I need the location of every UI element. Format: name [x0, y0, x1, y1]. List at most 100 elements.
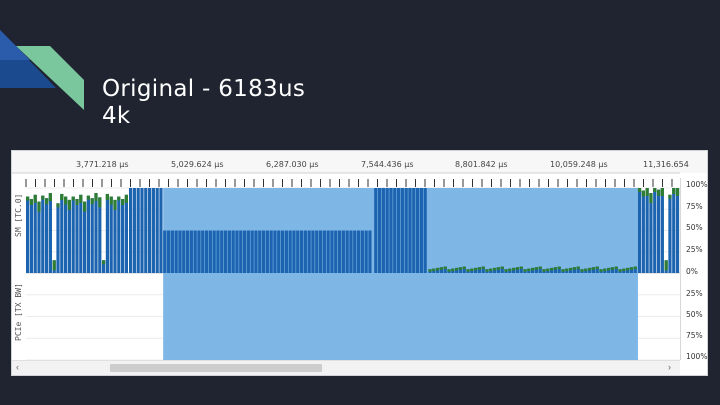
time-tick: 3,771.218 µs	[76, 160, 129, 169]
cpu-bar-highlight	[629, 267, 634, 270]
cpu-bar-highlight	[481, 266, 485, 270]
cpu-bar-highlight	[653, 188, 657, 192]
cpu-bar	[29, 199, 33, 273]
cpu-bar	[277, 230, 281, 273]
pct-tick: 0%	[686, 267, 698, 276]
cpu-bar	[79, 194, 83, 273]
cpu-bar-highlight	[527, 268, 531, 272]
cpu-bar-highlight	[428, 269, 432, 272]
cpu-bar	[250, 230, 254, 273]
cpu-bar	[381, 188, 385, 273]
cpu-bar-highlight	[515, 267, 520, 270]
cpu-bar	[408, 188, 412, 273]
cpu-bar-highlight	[86, 195, 90, 200]
slide-title-line1: Original - 6183us	[102, 76, 306, 102]
cpu-bar-highlight	[105, 193, 109, 200]
chevron-left-icon[interactable]: ‹	[16, 362, 19, 372]
cpu-bar-highlight	[626, 267, 630, 271]
cpu-bar	[86, 195, 90, 273]
chevron-right-icon[interactable]: ›	[668, 362, 671, 372]
cpu-bar	[261, 230, 266, 273]
cpu-bar-highlight	[557, 266, 561, 270]
cpu-bar	[60, 193, 64, 273]
cpu-bar	[163, 230, 167, 273]
cpu-bar	[170, 230, 174, 273]
cpu-bar	[71, 196, 75, 273]
cpu-bar	[239, 230, 243, 273]
cpu-bar	[216, 230, 220, 273]
cpu-bar	[322, 230, 326, 273]
cpu-bar-highlight	[83, 201, 87, 212]
cpu-bar	[45, 198, 49, 273]
cpu-bar	[326, 230, 330, 273]
time-tick: 10,059.248 µs	[550, 160, 608, 169]
cpu-bar-highlight	[443, 266, 447, 270]
cpu-bar-highlight	[485, 269, 489, 272]
cpu-bar	[98, 197, 102, 273]
cpu-bar	[637, 188, 642, 273]
cpu-bar	[204, 230, 209, 273]
cpu-bar	[656, 189, 661, 273]
cpu-bar	[41, 195, 45, 273]
cpu-bar-highlight	[664, 260, 668, 271]
cpu-bar-highlight	[500, 266, 504, 270]
cpu-bar	[364, 230, 368, 273]
cpu-bar-highlight	[455, 267, 459, 271]
cpu-bar-highlight	[41, 195, 45, 200]
scrollbar-thumb[interactable]	[110, 364, 322, 372]
cpu-bar	[113, 199, 117, 273]
cpu-bar-highlight	[71, 196, 75, 201]
cpu-bar	[368, 230, 372, 273]
timeline-chart[interactable]	[12, 151, 707, 361]
cpu-bar-highlight	[622, 268, 626, 272]
cpu-bar-highlight	[595, 266, 599, 270]
cpu-bar	[83, 201, 87, 273]
cpu-bar-highlight	[474, 267, 478, 271]
cpu-bar-highlight	[447, 269, 451, 272]
horizontal-scrollbar[interactable]: ‹ ›	[12, 360, 680, 375]
cpu-bar-highlight	[534, 267, 539, 270]
pct-tick: 50%	[686, 310, 703, 319]
cpu-bar-highlight	[660, 188, 664, 196]
cpu-bar-highlight	[45, 198, 49, 205]
time-tick: 6,287.030 µs	[266, 160, 319, 169]
cpu-bar	[26, 196, 30, 273]
cpu-bar-highlight	[637, 188, 642, 192]
cpu-bar-highlight	[466, 269, 470, 272]
cpu-bar	[189, 230, 193, 273]
corner-decoration	[0, 30, 84, 110]
cpu-bar	[404, 188, 408, 273]
cpu-bar-highlight	[489, 268, 493, 272]
cpu-bar-highlight	[79, 194, 83, 203]
cpu-bar-highlight	[656, 189, 661, 196]
cpu-bar	[400, 188, 404, 273]
cpu-bar	[299, 230, 304, 273]
pct-tick: 75%	[686, 202, 703, 211]
cpu-bar-highlight	[607, 267, 611, 271]
cpu-bar-highlight	[588, 267, 592, 271]
cpu-bar	[151, 188, 155, 273]
cpu-bar	[140, 188, 144, 273]
cpu-bar-highlight	[614, 266, 618, 270]
cpu-bar-highlight	[48, 193, 52, 202]
cpu-bar-highlight	[52, 260, 56, 271]
cpu-bar-highlight	[675, 188, 680, 196]
cpu-bar	[109, 196, 113, 273]
cpu-bar-highlight	[75, 199, 79, 206]
pct-tick: 100%	[686, 352, 708, 361]
cpu-bar	[235, 230, 239, 273]
cpu-bar	[330, 230, 334, 273]
cpu-bar	[311, 230, 315, 273]
pct-tick: 75%	[686, 331, 703, 340]
cpu-bar	[166, 230, 171, 273]
time-tick: 7,544.436 µs	[361, 160, 414, 169]
profiler-panel[interactable]: SM [TC.0] PCIe [TX BW] 3,771.218 µs 5,02…	[11, 150, 708, 376]
cpu-bar-highlight	[64, 196, 68, 205]
cpu-bar	[223, 230, 228, 273]
cpu-bar-highlight	[33, 194, 37, 203]
cpu-bar	[67, 199, 71, 273]
time-tick: 8,801.842 µs	[455, 160, 508, 169]
cpu-bar	[56, 203, 60, 273]
cpu-bar-highlight	[576, 266, 580, 270]
cpu-bar	[246, 230, 250, 273]
